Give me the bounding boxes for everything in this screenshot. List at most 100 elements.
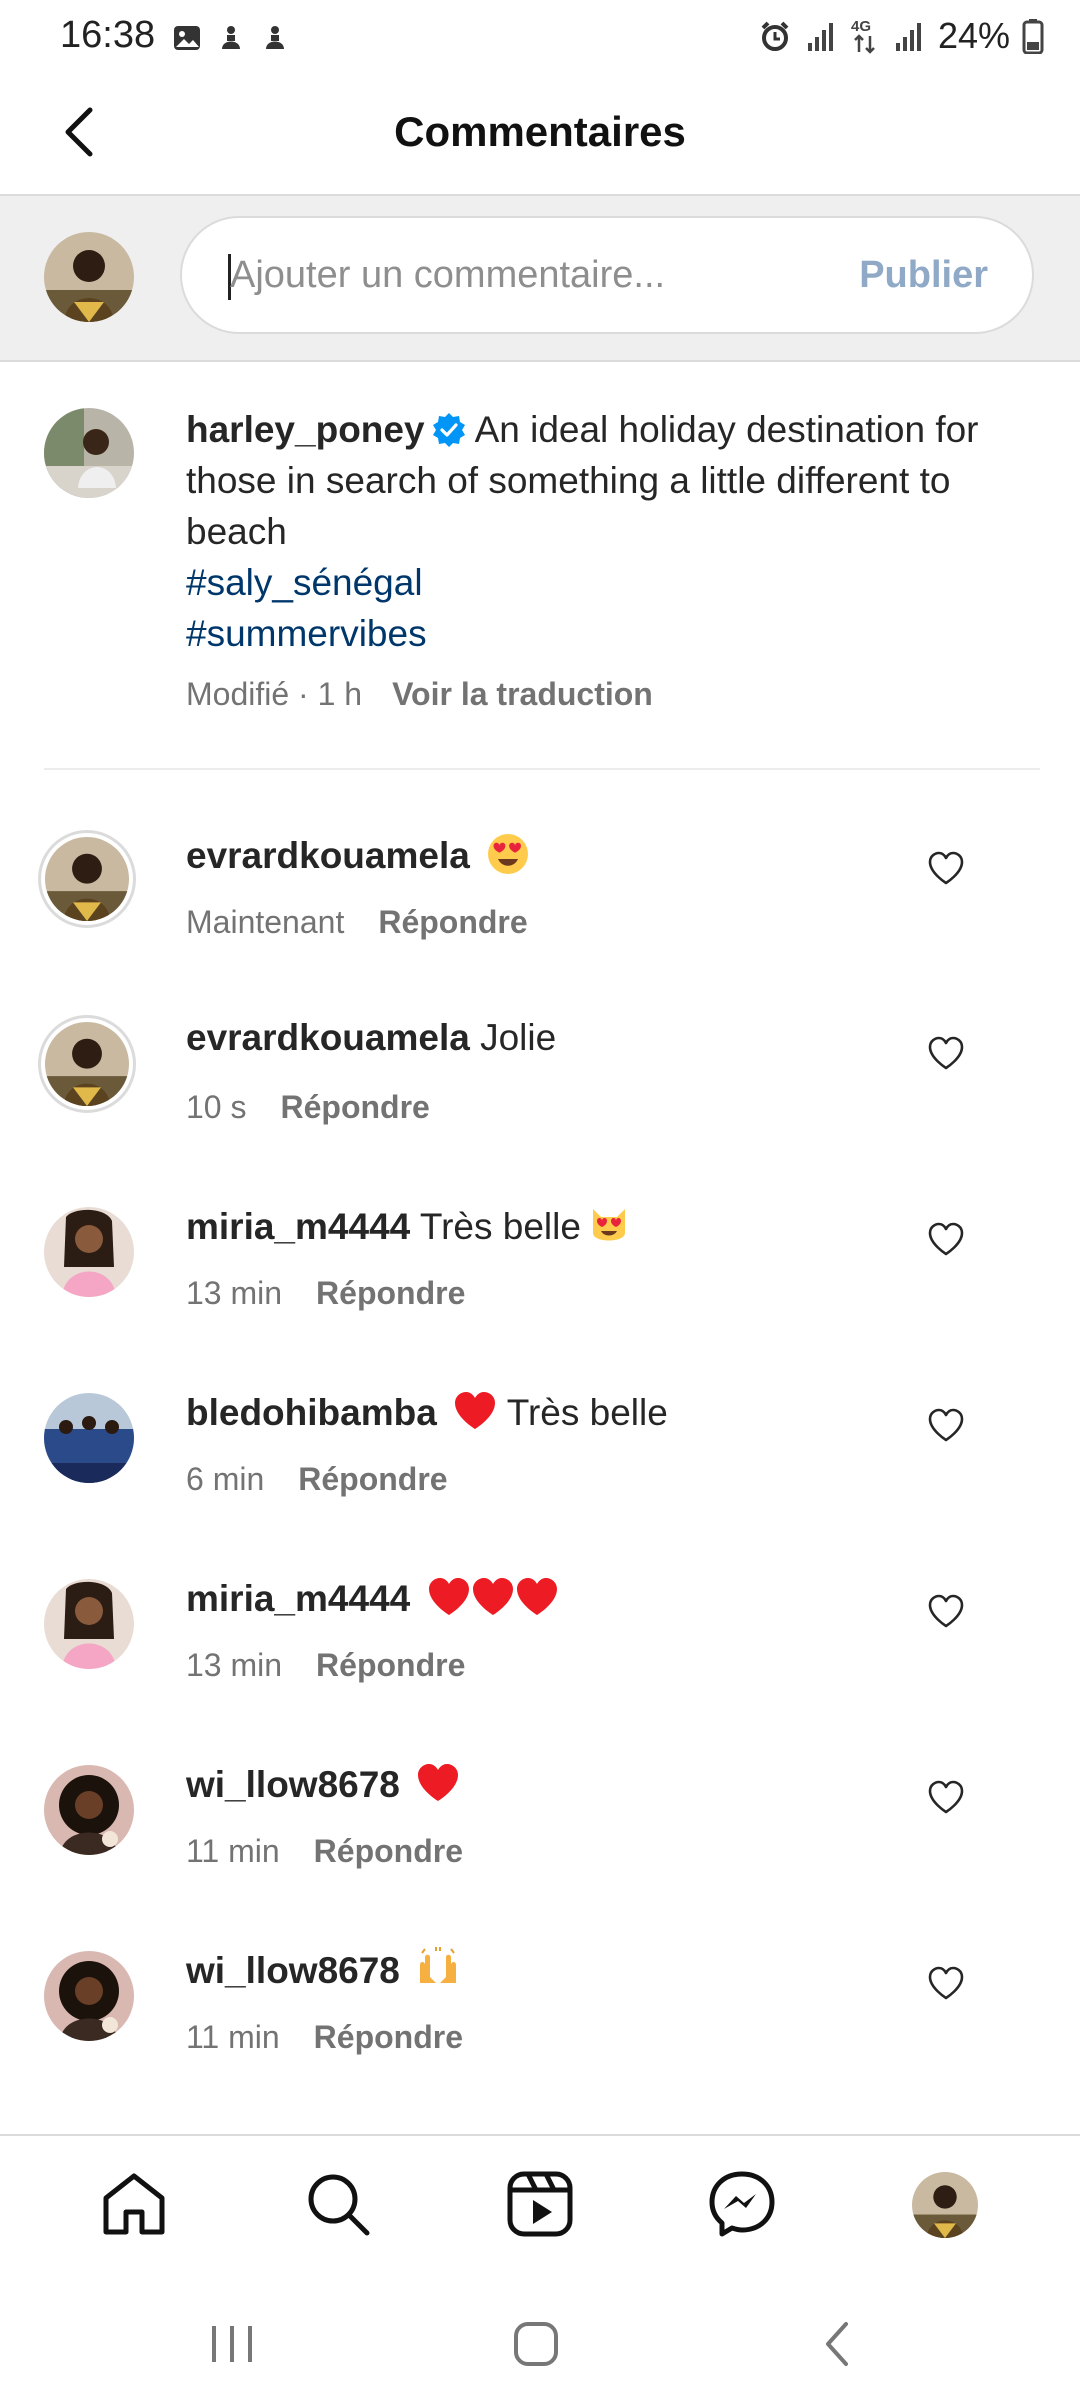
commenter-avatar[interactable] (44, 1951, 134, 2041)
app-notification-icon (266, 26, 284, 49)
comment-input[interactable]: Ajouter un commentaire... Publier (180, 216, 1034, 334)
red-heart-emoji-icon (418, 1764, 459, 1801)
status-time: 16:38 (60, 14, 156, 56)
commenter-avatar[interactable] (44, 1393, 134, 1483)
reply-button[interactable]: Répondre (316, 1275, 465, 1311)
like-heart-icon[interactable] (926, 848, 966, 888)
author-avatar[interactable] (44, 408, 134, 498)
comment-meta: 10 s Répondre (186, 1089, 430, 1126)
like-heart-icon[interactable] (926, 1963, 966, 2003)
comment-time: 6 min (186, 1461, 265, 1497)
recent-apps-icon[interactable] (202, 2314, 262, 2374)
caption-divider (44, 768, 1040, 770)
battery-percent: 24% (937, 15, 1010, 56)
reply-button[interactable]: Répondre (378, 904, 527, 940)
comment-item: wi_llow8678 11 min Répondre (0, 1764, 1080, 1951)
network-4g-icon: 4G (851, 18, 875, 54)
comment-text: wi_llow8678 (186, 1947, 460, 1992)
comment-text: miria_m4444 Très belle (186, 1203, 631, 1248)
red-heart-emoji-icon (455, 1392, 496, 1429)
notification-icons (172, 20, 290, 56)
comment-item: wi_llow8678 11 min Répondre (0, 1947, 1080, 2137)
comment-text: evrardkouamela (186, 832, 530, 877)
signal-icon (895, 23, 921, 51)
commenter-avatar[interactable] (38, 1015, 136, 1113)
like-heart-icon[interactable] (926, 1033, 966, 1073)
back-system-icon[interactable] (808, 2314, 868, 2374)
reply-button[interactable]: Répondre (314, 2019, 463, 2055)
comment-username[interactable]: evrardkouamela (186, 835, 470, 876)
caption-meta: Modifié · 1 h Voir la traduction (186, 676, 653, 713)
raising-hands-emoji-icon (420, 1947, 457, 1983)
comment-meta: 6 min Répondre (186, 1461, 448, 1498)
like-heart-icon[interactable] (926, 1219, 966, 1259)
status-bar: 16:38 4G 24% (0, 0, 1080, 72)
comment-text: wi_llow8678 (186, 1761, 460, 1806)
post-caption: harley_poney An ideal holiday destination… (0, 362, 1080, 770)
commenter-avatar[interactable] (44, 1207, 134, 1297)
comment-body: Jolie (480, 1017, 557, 1058)
comment-username[interactable]: wi_llow8678 (186, 1764, 400, 1805)
comment-username[interactable]: bledohibamba (186, 1392, 437, 1433)
like-heart-icon[interactable] (926, 1591, 966, 1631)
reply-button[interactable]: Répondre (280, 1089, 429, 1125)
reply-button[interactable]: Répondre (314, 1833, 463, 1869)
like-heart-icon[interactable] (926, 1405, 966, 1445)
see-translation-button[interactable]: Voir la traduction (392, 676, 653, 712)
caption-text: harley_poney An ideal holiday destination… (186, 404, 1006, 659)
comment-input-placeholder: Ajouter un commentaire... (230, 254, 666, 296)
reply-button[interactable]: Répondre (316, 1647, 465, 1683)
verified-badge-icon (432, 413, 465, 447)
commenter-avatar[interactable] (44, 1765, 134, 1855)
system-status-icons: 4G 24% (758, 14, 1044, 58)
comment-username[interactable]: miria_m4444 (186, 1578, 410, 1619)
comment-username[interactable]: wi_llow8678 (186, 1950, 400, 1991)
comment-meta: 13 min Répondre (186, 1275, 465, 1312)
hashtag-link[interactable]: #summervibes (186, 608, 1006, 659)
comment-username[interactable]: miria_m4444 (186, 1206, 410, 1247)
red-heart-emoji-icon (516, 1578, 557, 1615)
commenter-avatar[interactable] (44, 1579, 134, 1669)
comment-meta: 11 min Répondre (186, 2019, 463, 2056)
red-heart-emoji-icon (428, 1578, 469, 1615)
comment-item: evrardkouamela Jolie 10 s Répondre (0, 1015, 1080, 1207)
comment-meta: 13 min Répondre (186, 1647, 465, 1684)
reply-button[interactable]: Répondre (298, 1461, 447, 1497)
like-heart-icon[interactable] (926, 1777, 966, 1817)
comment-item: miria_m4444 13 min Répondre (0, 1578, 1080, 1765)
heart-eyes-cat-emoji-icon (592, 1209, 625, 1241)
comment-username[interactable]: evrardkouamela (186, 1017, 470, 1058)
comment-time: 11 min (186, 2019, 280, 2055)
bottom-nav (0, 2134, 1080, 2284)
comment-body: Très belle (419, 1206, 581, 1247)
profile-avatar[interactable] (912, 2172, 978, 2238)
comment-time: 13 min (186, 1647, 283, 1683)
comment-time: 11 min (186, 1833, 280, 1869)
app-notification-icon (222, 26, 240, 49)
caption-timestamp: Modifié · 1 h (186, 676, 363, 712)
home-icon[interactable] (96, 2166, 172, 2242)
hashtag-link[interactable]: #saly_sénégal (186, 557, 1006, 608)
author-username[interactable]: harley_poney (186, 409, 425, 450)
reels-icon[interactable] (502, 2166, 578, 2242)
header: Commentaires (0, 72, 1080, 196)
home-system-icon[interactable] (506, 2314, 566, 2374)
comment-text: miria_m4444 (186, 1575, 559, 1620)
comment-time: 10 s (186, 1089, 247, 1125)
comment-body: Très belle (506, 1392, 668, 1433)
heart-eyes-emoji-icon (488, 834, 529, 874)
comment-meta: Maintenant Répondre (186, 904, 528, 941)
comment-text: bledohibamba Très belle (186, 1389, 668, 1434)
comment-item: miria_m4444 Très belle 13 min Répondre (0, 1206, 1080, 1393)
red-heart-emoji-icon (472, 1578, 513, 1615)
comment-text: evrardkouamela Jolie (186, 1017, 556, 1059)
commenter-avatar[interactable] (38, 830, 136, 928)
system-nav-bar (0, 2282, 1080, 2408)
svg-text:4G: 4G (851, 18, 871, 35)
my-avatar (44, 232, 134, 322)
search-icon[interactable] (300, 2166, 376, 2242)
battery-icon (1022, 19, 1044, 54)
comment-composer: Ajouter un commentaire... Publier (0, 196, 1080, 362)
publish-button[interactable]: Publier (859, 254, 988, 297)
messenger-icon[interactable] (704, 2166, 780, 2242)
